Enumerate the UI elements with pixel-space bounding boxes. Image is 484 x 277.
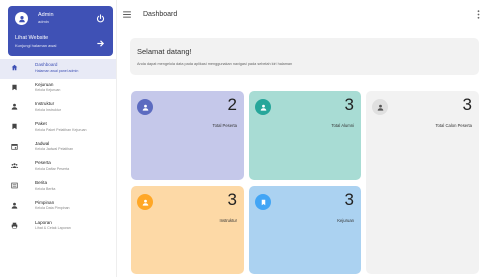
sidebar-item-jadwal[interactable]: Jadwal Kelola Jadwal Pelatihan: [0, 138, 116, 158]
profile-card: Admin admin Lihat Website Kunjungi halam…: [8, 6, 113, 56]
sidebar-item-title: Peserta: [35, 160, 51, 166]
card-value: 3: [227, 190, 237, 209]
card-icon-bg: [137, 99, 153, 115]
stat-card-instruktur[interactable]: 3 Instruktur: [131, 186, 244, 274]
home-icon: [11, 64, 18, 71]
card-value: 3: [462, 95, 472, 114]
card-label: Total Peserta: [212, 123, 237, 128]
user-icon: [260, 104, 266, 111]
user-icon: [11, 202, 18, 209]
user-icon: [377, 104, 383, 111]
page-title: Dashboard: [143, 11, 178, 18]
bookmark-icon: [11, 123, 18, 130]
user-icon: [142, 104, 148, 111]
sidebar: Admin admin Lihat Website Kunjungi halam…: [0, 0, 117, 277]
sidebar-menu: Dashboard Halaman awal panel admin Kejur…: [0, 59, 116, 236]
sidebar-item-title: Dashboard: [35, 62, 58, 67]
sidebar-item-pimpinan[interactable]: Pimpinan Kelola Data Pimpinan: [0, 197, 116, 217]
calendar-icon: [11, 143, 18, 150]
sidebar-item-subtitle: Kelola Jadwal Pelatihan: [35, 147, 74, 152]
menu-icon[interactable]: [123, 11, 131, 18]
sidebar-item-subtitle: Kelola Paket Pelatihan Kejuruan: [35, 127, 87, 132]
sidebar-item-title: Kejuruan: [35, 81, 54, 87]
card-icon-bg: [255, 194, 271, 210]
account-icon: [18, 15, 25, 22]
card-value: 3: [344, 95, 354, 114]
bookmark-icon: [261, 199, 265, 205]
sidebar-item-berita[interactable]: Berita Kelola Berita: [0, 177, 116, 197]
visit-website-link[interactable]: Lihat Website: [15, 35, 48, 41]
profile-name: Admin: [38, 12, 54, 18]
news-icon: [11, 182, 18, 189]
welcome-title: Selamat datang!: [137, 47, 192, 56]
sidebar-item-title: Jadwal: [35, 140, 50, 146]
card-value: 2: [227, 95, 237, 114]
sidebar-item-paket[interactable]: Paket Kelola Paket Pelatihan Kejuruan: [0, 118, 116, 138]
sidebar-item-subtitle: Halaman awal panel admin: [35, 68, 79, 73]
power-icon[interactable]: [96, 14, 105, 23]
card-value: 3: [344, 190, 354, 209]
sidebar-item-laporan[interactable]: Laporan Lihat & Cetak Laporan: [0, 217, 116, 237]
group-icon: [11, 162, 18, 169]
sidebar-item-peserta[interactable]: Peserta Kelola Daftar Peserta: [0, 157, 116, 177]
stat-card-total-alumni[interactable]: 3 Total Alumni: [249, 91, 361, 180]
card-icon-bg: [255, 99, 271, 115]
sidebar-item-title: Berita: [35, 180, 48, 186]
visit-website-subtitle: Kunjungi halaman awal: [15, 43, 57, 48]
sidebar-item-subtitle: Lihat & Cetak Laporan: [35, 226, 71, 230]
card-label: Instruktur: [219, 218, 237, 223]
sidebar-item-title: Instruktur: [35, 101, 55, 107]
sidebar-item-title: Paket: [35, 121, 47, 127]
top-bar: Dashboard: [117, 0, 484, 30]
card-icon-bg: [137, 194, 153, 210]
sidebar-item-subtitle: Kelola Berita: [35, 186, 56, 191]
sidebar-item-subtitle: Kelola Kejuruan: [35, 88, 61, 93]
sidebar-item-dashboard[interactable]: Dashboard Halaman awal panel admin: [0, 59, 116, 79]
user-icon: [142, 199, 148, 206]
card-icon-bg: [372, 99, 388, 115]
user-icon: [11, 103, 18, 111]
sidebar-item-subtitle: Kelola Daftar Peserta: [35, 166, 70, 171]
stat-card-total-calon-peserta[interactable]: 3 Total Calon Peserta: [366, 91, 479, 274]
more-vert-icon[interactable]: [477, 10, 480, 19]
card-label: Total Alumni: [331, 123, 354, 128]
sidebar-item-subtitle: Kelola Data Pimpinan: [35, 206, 70, 211]
app: Admin admin Lihat Website Kunjungi halam…: [0, 0, 484, 277]
bookmark-icon: [11, 84, 18, 91]
sidebar-item-kejuruan[interactable]: Kejuruan Kelola Kejuruan: [0, 79, 116, 99]
printer-icon: [11, 222, 18, 229]
sidebar-item-subtitle: Kelola Instruktur: [35, 107, 61, 112]
sidebar-item-title: Laporan: [35, 219, 52, 225]
stat-card-kejuruan[interactable]: 3 Kejuruan: [249, 186, 361, 274]
avatar: [15, 12, 28, 25]
arrow-right-icon[interactable]: [96, 39, 105, 48]
welcome-panel: Selamat datang! Anda dapat mengelola dat…: [130, 38, 479, 75]
sidebar-item-title: Pimpinan: [35, 199, 55, 205]
stat-card-total-peserta[interactable]: 2 Total Peserta: [131, 91, 244, 180]
card-label: Kejuruan: [337, 218, 354, 223]
welcome-text: Anda dapat mengelola data pada aplikasi …: [137, 62, 293, 66]
card-label: Total Calon Peserta: [435, 123, 472, 128]
profile-role: admin: [38, 19, 49, 24]
sidebar-item-instruktur[interactable]: Instruktur Kelola Instruktur: [0, 98, 116, 118]
